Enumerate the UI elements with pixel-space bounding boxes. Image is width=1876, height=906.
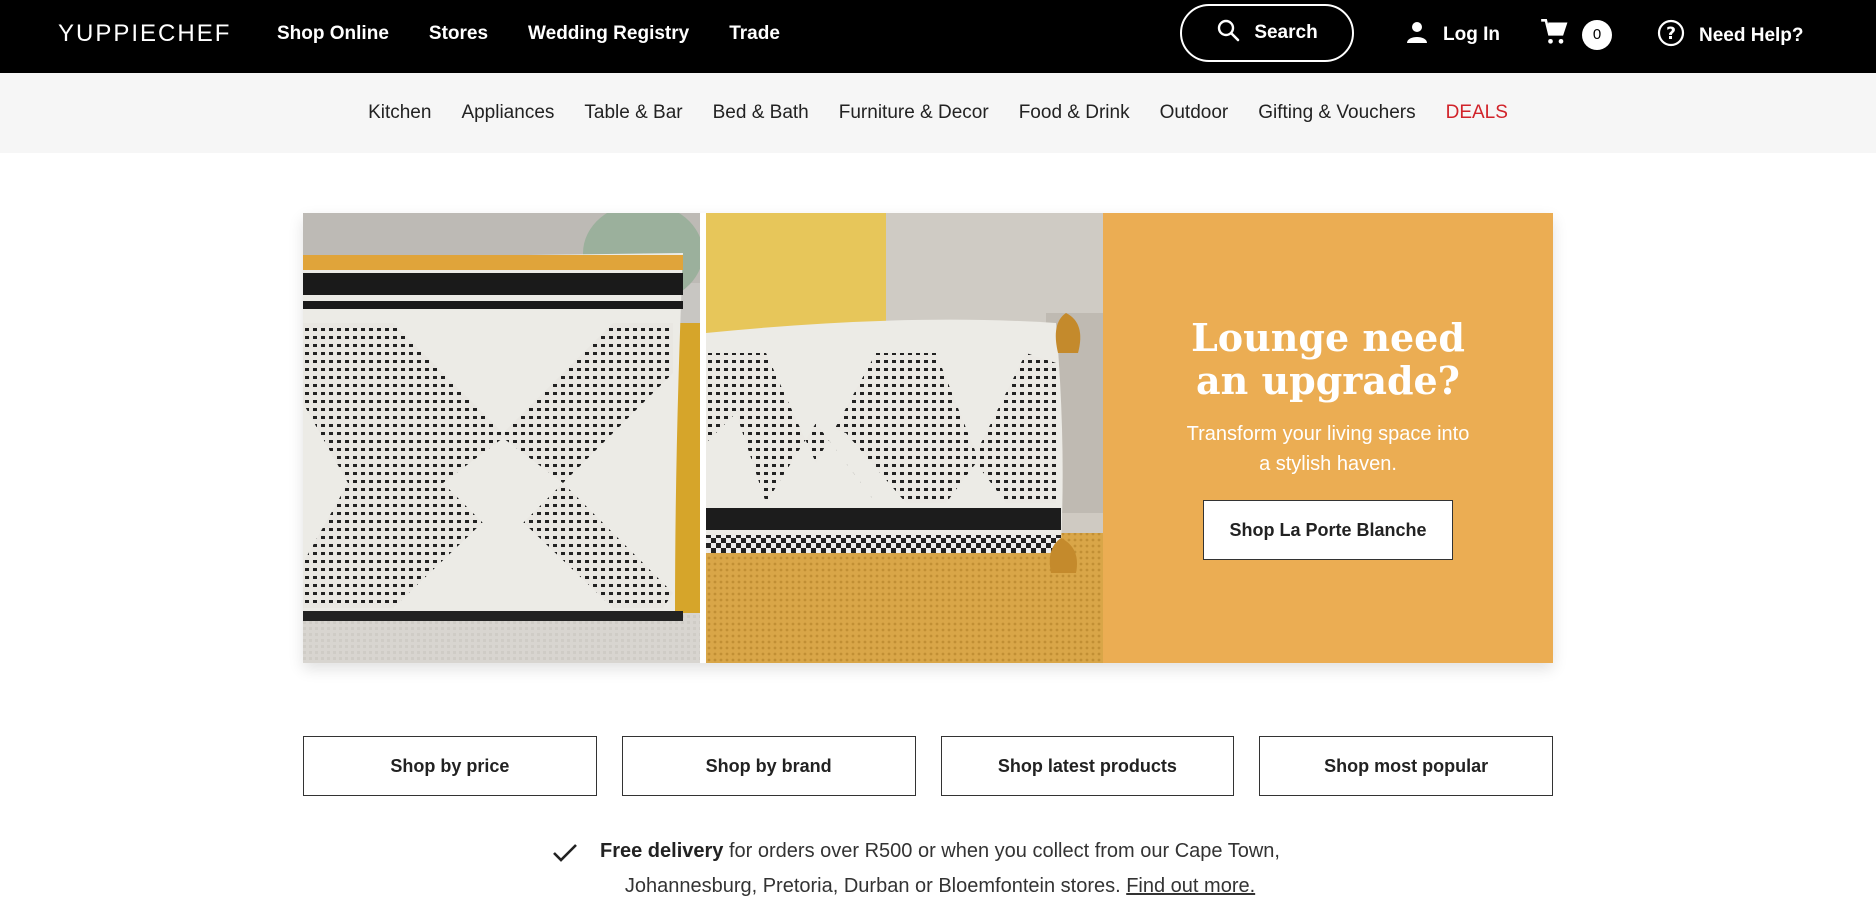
nav-wedding-registry[interactable]: Wedding Registry [528, 23, 689, 45]
search-icon [1216, 18, 1240, 48]
cart-count-badge: 0 [1582, 19, 1612, 50]
category-nav: Kitchen Appliances Table & Bar Bed & Bat… [0, 73, 1876, 153]
free-delivery-note: Free delivery for orders over R500 or wh… [550, 834, 1330, 904]
cart-button[interactable]: 0 [1540, 18, 1612, 51]
category-bar: Kitchen Appliances Table & Bar Bed & Bat… [0, 73, 1876, 153]
find-out-more-link[interactable]: Find out more. [1126, 875, 1255, 897]
cart-icon [1540, 18, 1568, 51]
nav-trade[interactable]: Trade [729, 23, 780, 45]
promo-panel: Lounge need an upgrade? Transform your l… [1103, 213, 1553, 663]
login-link[interactable]: Log In [1405, 20, 1500, 50]
shop-most-popular-button[interactable]: Shop most popular [1259, 736, 1553, 796]
promo-subtitle: Transform your living space into a styli… [1186, 423, 1470, 475]
primary-nav: Shop Online Stores Wedding Registry Trad… [277, 23, 820, 45]
category-furniture-decor[interactable]: Furniture & Decor [839, 102, 989, 124]
hero-banner[interactable]: Lounge need an upgrade? Transform your l… [303, 213, 1553, 663]
category-kitchen[interactable]: Kitchen [368, 102, 431, 124]
free-delivery-bold: Free delivery [600, 840, 724, 862]
nav-shop-online[interactable]: Shop Online [277, 23, 389, 45]
category-food-drink[interactable]: Food & Drink [1019, 102, 1130, 124]
help-label: Need Help? [1699, 25, 1804, 46]
yuppiechef-logo[interactable]: YUPPIECHEF [58, 20, 231, 48]
help-icon: ? [1657, 19, 1685, 53]
login-label: Log In [1443, 24, 1500, 45]
cushion-image-lumbar [706, 213, 1103, 663]
cushion-image-square [303, 213, 700, 663]
shop-by-price-button[interactable]: Shop by price [303, 736, 597, 796]
category-table-bar[interactable]: Table & Bar [584, 102, 682, 124]
svg-text:?: ? [1666, 24, 1676, 44]
category-deals[interactable]: DEALS [1446, 102, 1508, 124]
help-link[interactable]: ? Need Help? [1657, 19, 1804, 53]
shop-la-porte-blanche-button[interactable]: Shop La Porte Blanche [1203, 500, 1453, 560]
category-outdoor[interactable]: Outdoor [1160, 102, 1229, 124]
user-icon [1405, 20, 1429, 50]
shop-buttons-row: Shop by price Shop by brand Shop latest … [303, 736, 1553, 796]
category-gifting-vouchers[interactable]: Gifting & Vouchers [1258, 102, 1415, 124]
shop-by-brand-button[interactable]: Shop by brand [621, 736, 916, 796]
promo-title: Lounge need an upgrade? [1191, 315, 1465, 403]
shop-latest-products-button[interactable]: Shop latest products [940, 736, 1235, 796]
search-label: Search [1254, 22, 1318, 43]
top-navigation-bar: YUPPIECHEF Shop Online Stores Wedding Re… [0, 0, 1876, 73]
category-bed-bath[interactable]: Bed & Bath [713, 102, 809, 124]
search-button[interactable]: Search [1180, 4, 1354, 62]
category-appliances[interactable]: Appliances [461, 102, 554, 124]
nav-stores[interactable]: Stores [429, 23, 488, 45]
